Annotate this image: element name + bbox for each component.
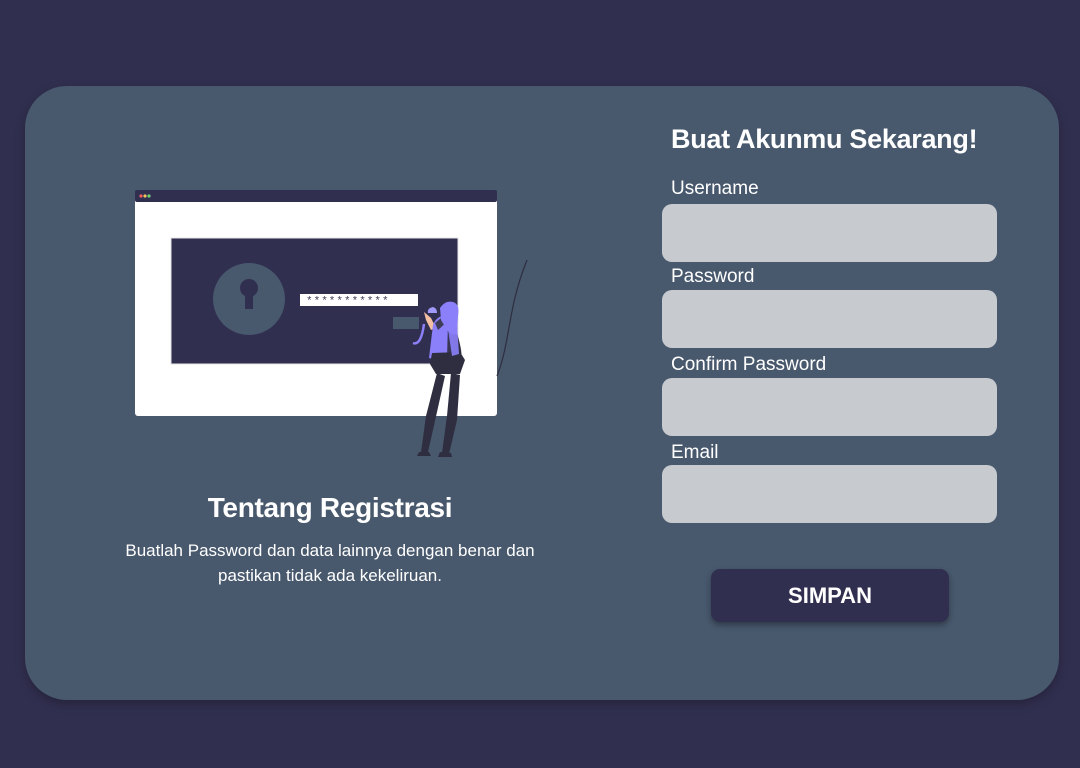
password-label: Password [671, 266, 755, 287]
window-dot-icon [139, 194, 143, 198]
confirm-password-input[interactable] [662, 378, 997, 436]
email-label: Email [671, 442, 719, 463]
masked-password-text: *********** [306, 296, 390, 308]
username-label: Username [671, 178, 759, 199]
mock-submit-button [393, 317, 419, 329]
save-button[interactable]: SIMPAN [711, 569, 949, 622]
login-illustration: *********** [135, 190, 528, 457]
confirm-password-label: Confirm Password [671, 354, 827, 375]
window-dot-icon [147, 194, 151, 198]
cord-line [496, 259, 528, 377]
email-input[interactable] [662, 465, 997, 523]
registration-card: *********** Tentang Registrasi Buatlah P… [25, 86, 1059, 700]
password-input[interactable] [662, 290, 997, 348]
about-title: Tentang Registrasi [207, 492, 453, 523]
browser-titlebar [135, 190, 497, 202]
form-title: Buat Akunmu Sekarang! [671, 124, 978, 154]
about-description: Buatlah Password dan data lainnya dengan… [125, 541, 535, 585]
window-dot-icon [143, 194, 147, 198]
username-input[interactable] [662, 204, 997, 262]
